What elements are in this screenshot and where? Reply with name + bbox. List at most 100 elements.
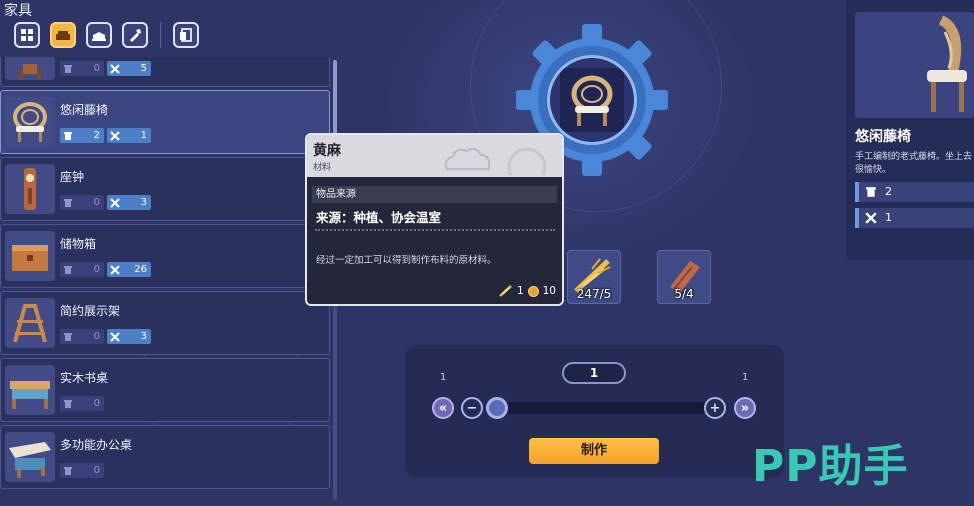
category-tabbar	[14, 22, 199, 48]
tooltip-divider	[315, 229, 555, 231]
tab-decor[interactable]	[86, 22, 112, 48]
cloud-gear-decoration-icon	[444, 147, 547, 175]
tab-blueprints[interactable]	[173, 22, 199, 48]
list-item-office-desk[interactable]: 多功能办公桌 0	[0, 425, 330, 489]
item-thumbnail	[5, 97, 55, 147]
owned-count: 0	[60, 262, 104, 277]
fast-forward-icon: »	[740, 400, 750, 416]
item-name: 简约展示架	[60, 304, 121, 318]
increase-button[interactable]: +	[704, 397, 726, 419]
craftable-count: 1	[107, 128, 151, 143]
tools-icon	[110, 264, 120, 275]
owned-count: 0	[60, 396, 104, 411]
plus-icon: +	[709, 400, 721, 416]
detail-craftable: 1	[855, 208, 974, 228]
detail-name: 悠闲藤椅	[855, 129, 911, 145]
quantity-display: 1	[562, 362, 626, 384]
tooltip-title: 黄麻	[313, 143, 341, 159]
tooltip-subtitle: 材料	[313, 163, 332, 173]
tools-icon	[110, 130, 120, 141]
craftable-count: 26	[107, 262, 151, 277]
min-quantity-label: 1	[440, 372, 447, 383]
owned-count: 0	[60, 195, 104, 210]
box-icon	[64, 265, 72, 274]
selected-item-preview	[560, 68, 624, 132]
grid-icon	[21, 29, 33, 41]
watermark: PP助手	[752, 441, 909, 492]
item-name: 悠闲藤椅	[60, 103, 109, 117]
blueprint-icon	[180, 28, 192, 42]
item-thumbnail	[5, 231, 55, 281]
tooltip-description: 经过一定加工可以得到制作布料的原材料。	[316, 255, 497, 266]
tooltip-header: 黄麻 材料	[307, 135, 562, 177]
craftable-count: 3	[107, 195, 151, 210]
tools-icon	[110, 63, 120, 74]
list-item-clock[interactable]: 座钟 0 3	[0, 157, 330, 221]
box-icon	[64, 198, 72, 207]
tools-icon	[865, 212, 877, 224]
material-slot-wood[interactable]: 5/4	[657, 250, 711, 304]
max-quantity-label: 1	[742, 372, 749, 383]
coin-icon	[527, 285, 539, 297]
decrease-button[interactable]: −	[461, 397, 483, 419]
detail-craftable-value: 1	[885, 211, 892, 224]
tab-separator	[160, 22, 161, 48]
category-title: 家具	[4, 3, 32, 19]
material-count: 5/4	[674, 287, 694, 301]
craftable-count: 5	[107, 61, 151, 76]
item-thumbnail	[5, 164, 55, 214]
item-thumbnail	[5, 298, 55, 348]
box-icon	[64, 466, 72, 475]
detail-owned: 2	[855, 182, 974, 202]
owned-count: 2	[60, 128, 104, 143]
detail-owned-value: 2	[885, 185, 892, 198]
item-name: 储物箱	[60, 237, 97, 251]
tooltip-source-header: 物品来源	[312, 186, 557, 203]
list-item[interactable]: 0 5	[0, 57, 330, 87]
box-icon	[64, 399, 72, 408]
min-quantity-button[interactable]: «	[432, 397, 454, 419]
box-icon	[64, 64, 72, 73]
owned-count: 0	[60, 329, 104, 344]
tools-icon	[110, 331, 120, 342]
material-slot-jute[interactable]: 247/5	[567, 250, 621, 304]
furniture-list[interactable]: 0 5 悠闲藤椅 2 1 座钟 0 3 储物箱 0 26 简约展示架 0 3 实…	[0, 57, 334, 506]
material-count: 247/5	[576, 287, 612, 301]
tools-icon	[110, 197, 120, 208]
item-name: 座钟	[60, 170, 85, 184]
box-icon	[866, 187, 876, 197]
box-icon	[64, 332, 72, 341]
list-item-display-shelf[interactable]: 简约展示架 0 3	[0, 291, 330, 355]
list-item-rattan-chair[interactable]: 悠闲藤椅 2 1	[0, 90, 330, 154]
list-scroll-thumb[interactable]	[333, 60, 337, 140]
quantity-slider-knob[interactable]	[486, 397, 508, 419]
hammer-icon	[130, 29, 141, 42]
tooltip-rarity: 1	[516, 285, 524, 297]
owned-count: 0	[60, 61, 104, 76]
tab-all[interactable]	[14, 22, 40, 48]
list-item-storage-box[interactable]: 储物箱 0 26	[0, 224, 330, 288]
rewind-icon: «	[438, 400, 448, 416]
owned-count: 0	[60, 463, 104, 478]
bed-icon	[92, 32, 106, 41]
detail-image	[855, 12, 974, 118]
item-thumbnail	[5, 57, 55, 80]
tab-tools[interactable]	[122, 22, 148, 48]
material-tooltip: 黄麻 材料 物品来源 来源：种植、协会温室 经过一定加工可以得到制作布料的原材料…	[305, 133, 564, 306]
item-thumbnail	[5, 432, 55, 482]
feather-icon	[499, 285, 512, 297]
item-name: 多功能办公桌	[60, 438, 133, 452]
tooltip-source: 来源：种植、协会温室	[316, 210, 442, 225]
quantity-slider[interactable]	[488, 402, 708, 414]
tab-furniture[interactable]	[50, 22, 76, 48]
box-icon	[64, 131, 72, 140]
tooltip-price: 10	[542, 285, 556, 297]
item-name: 实木书桌	[60, 371, 109, 385]
make-button[interactable]: 制作	[529, 438, 659, 464]
sofa-icon	[56, 31, 70, 40]
item-thumbnail	[5, 365, 55, 415]
detail-description: 手工编制的老式藤椅。坐上去很愉快。	[855, 152, 973, 175]
minus-icon: −	[466, 400, 478, 416]
max-quantity-button[interactable]: »	[734, 397, 756, 419]
list-item-desk[interactable]: 实木书桌 0	[0, 358, 330, 422]
